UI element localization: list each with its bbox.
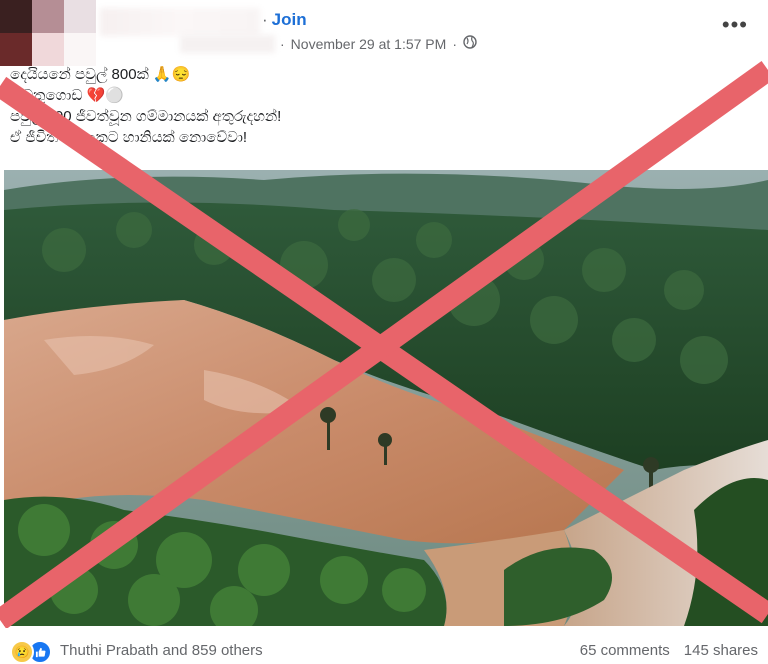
post-footer: 😢 Thuthi Prabath and 859 others 65 comme…	[0, 628, 768, 664]
join-button[interactable]: Join	[272, 10, 307, 29]
group-name-redacted	[180, 35, 275, 53]
reaction-icons[interactable]: 😢	[10, 640, 52, 664]
comments-count[interactable]: 65 comments	[580, 642, 670, 659]
post-timestamp[interactable]: November 29 at 1:57 PM	[291, 36, 447, 52]
caption-line: ඒ ජීවිත සියලුකට හානියක් නොවේවා!	[10, 129, 248, 146]
post-meta: · November 29 at 1:57 PM ·	[180, 35, 477, 53]
engagement-counts: 65 comments 145 shares	[580, 642, 758, 659]
landslide-photo[interactable]	[4, 170, 768, 626]
header-separator: ·	[262, 10, 268, 29]
caption-line: දෙයියනේ පවුල් 800ක් 🙏😔	[10, 66, 191, 83]
caption-line: පවුල් 800 ජීවත්වූන ගම්මානයක් අතුරුදහන්!	[10, 108, 282, 125]
reaction-summary[interactable]: Thuthi Prabath and 859 others	[60, 642, 263, 659]
avatar[interactable]	[0, 0, 96, 66]
author-name-redacted	[100, 8, 260, 36]
join-link-group: · Join	[262, 10, 307, 30]
more-options-icon[interactable]: •••	[722, 12, 748, 38]
meta-separator-2: ·	[452, 35, 457, 52]
post-caption: දෙයියනේ පවුල් 800ක් 🙏😔 ...වතුගොඩ 💔⚪ පවුල…	[10, 64, 281, 148]
facebook-post: · Join · November 29 at 1:57 PM · ••• දෙය…	[0, 0, 768, 664]
meta-separator: ·	[280, 35, 285, 52]
caption-line: ...වතුගොඩ 💔⚪	[10, 87, 124, 104]
shares-count[interactable]: 145 shares	[684, 642, 758, 659]
globe-icon	[463, 35, 477, 52]
sad-reaction-icon: 😢	[10, 640, 34, 664]
